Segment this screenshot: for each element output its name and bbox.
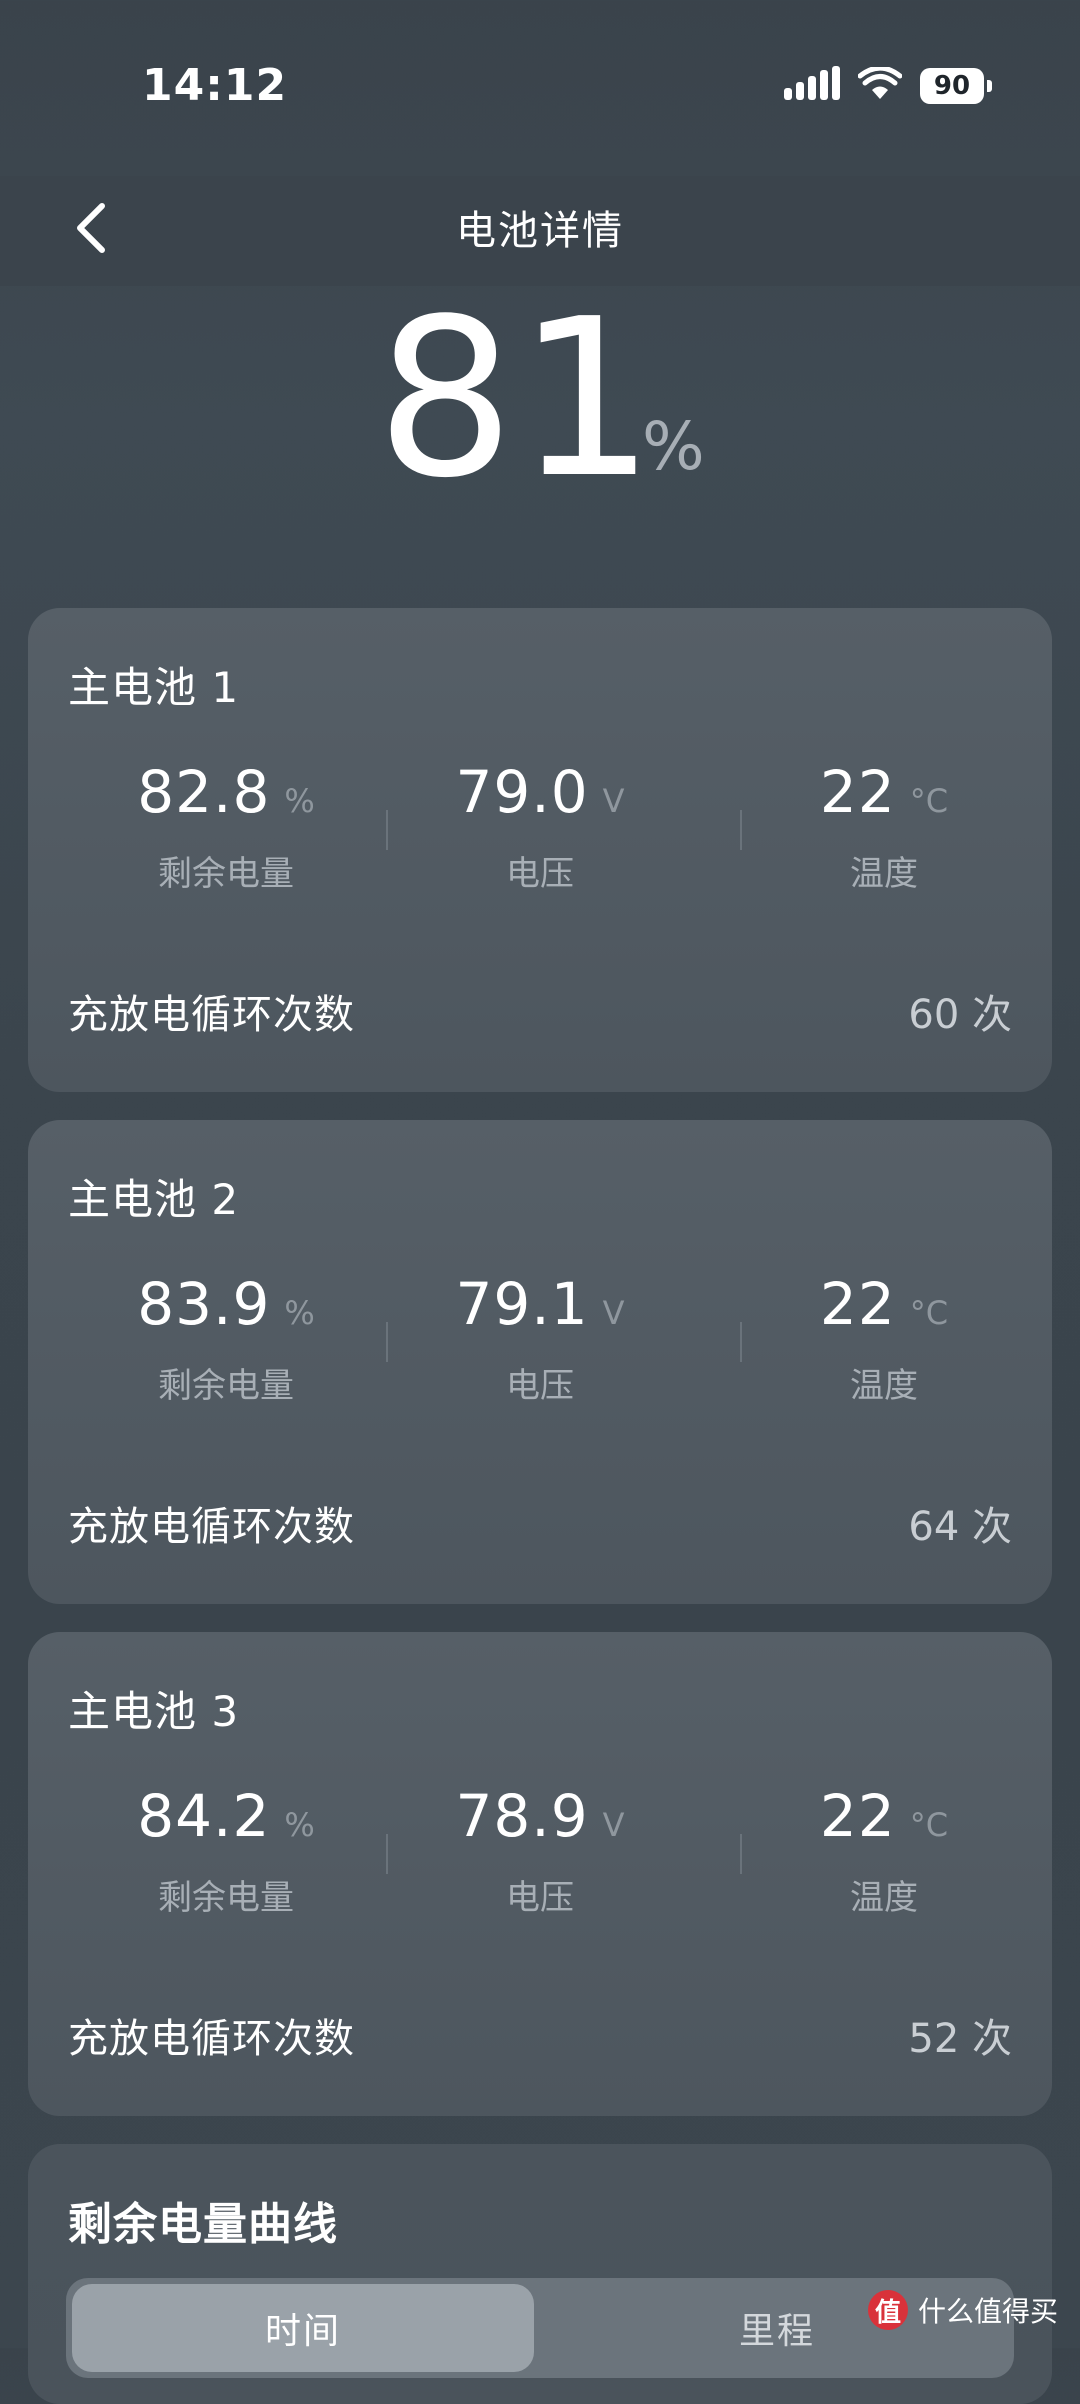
status-icons: 90 [784,65,992,106]
battery-card-title: 主电池 2 [68,1175,240,1224]
cycle-count-value: 52 次 [908,2016,1012,2062]
battery-card-title: 主电池 1 [68,663,240,712]
divider [386,810,388,850]
charge-unit: % [284,1294,315,1332]
overall-charge-unit: % [642,408,705,485]
voltage-metric: 78.9 V 电压 [390,1782,690,1922]
status-time: 14:12 [142,60,288,111]
divider [386,1834,388,1874]
battery-icon: 90 [920,68,992,104]
cycle-count-label: 充放电循环次数 [68,992,355,1038]
battery-level: 90 [933,71,971,101]
watermark: 值 什么值得买 [867,2290,1058,2330]
voltage-value: 79.1 [455,1270,589,1338]
charge-curve-card: 剩余电量曲线 时间 里程 [28,2144,1052,2404]
battery-card-1[interactable]: 主电池 1 82.8% 剩余电量 79.0 V 电压 22 °C 温度 充放电循环次… [28,608,1052,1092]
voltage-unit: V [602,1294,625,1332]
signal-icon [784,66,840,106]
battery-card-title: 主电池 3 [68,1687,240,1736]
temperature-label: 温度 [850,1366,918,1406]
voltage-metric: 79.1 V 电压 [390,1270,690,1410]
temperature-metric: 22 °C 温度 [734,1270,1034,1410]
temperature-value: 22 [819,1270,896,1338]
charge-unit: % [284,782,315,820]
charge-metric: 83.9% 剩余电量 [76,1270,376,1410]
voltage-label: 电压 [506,1366,574,1406]
voltage-label: 电压 [506,854,574,894]
voltage-unit: V [602,782,625,820]
charge-label: 剩余电量 [158,854,294,894]
charge-curve-title: 剩余电量曲线 [68,2199,338,2250]
charge-value: 84.2 [137,1782,271,1850]
temperature-label: 温度 [850,1878,918,1918]
temperature-value: 22 [819,758,896,826]
voltage-unit: V [602,1806,625,1844]
overall-charge-value: 81 [376,273,658,526]
watermark-badge-icon: 值 [867,2290,908,2330]
charge-value: 83.9 [137,1270,271,1338]
wifi-icon [857,65,903,105]
voltage-value: 79.0 [455,758,589,826]
page-title: 电池详情 [456,208,624,254]
cycle-count-label: 充放电循环次数 [68,1504,355,1550]
temperature-unit: °C [909,1806,949,1844]
temperature-metric: 22 °C 温度 [734,758,1034,898]
charge-unit: % [284,1806,315,1844]
charge-metric: 84.2% 剩余电量 [76,1782,376,1922]
voltage-label: 电压 [506,1878,574,1918]
charge-value: 82.8 [137,758,271,826]
overall-charge: 81 % [0,273,1080,526]
header: 电池详情 [0,176,1080,286]
tab-time[interactable]: 时间 [72,2284,534,2372]
voltage-value: 78.9 [455,1782,589,1850]
voltage-metric: 79.0 V 电压 [390,758,690,898]
temperature-value: 22 [819,1782,896,1850]
watermark-text: 什么值得买 [917,2295,1058,2328]
divider [386,1322,388,1362]
cycle-count-value: 64 次 [908,1504,1012,1550]
temperature-unit: °C [909,1294,949,1332]
status-bar: 14:12 90 [0,0,1080,176]
cycle-count-label: 充放电循环次数 [68,2016,355,2062]
temperature-unit: °C [909,782,949,820]
temperature-metric: 22 °C 温度 [734,1782,1034,1922]
cycle-count-value: 60 次 [908,992,1012,1038]
battery-card-2[interactable]: 主电池 2 83.9% 剩余电量 79.1 V 电压 22 °C 温度 充放电循环次… [28,1120,1052,1604]
charge-label: 剩余电量 [158,1366,294,1406]
battery-card-3[interactable]: 主电池 3 84.2% 剩余电量 78.9 V 电压 22 °C 温度 充放电循环次… [28,1632,1052,2116]
temperature-label: 温度 [850,854,918,894]
charge-metric: 82.8% 剩余电量 [76,758,376,898]
charge-label: 剩余电量 [158,1878,294,1918]
